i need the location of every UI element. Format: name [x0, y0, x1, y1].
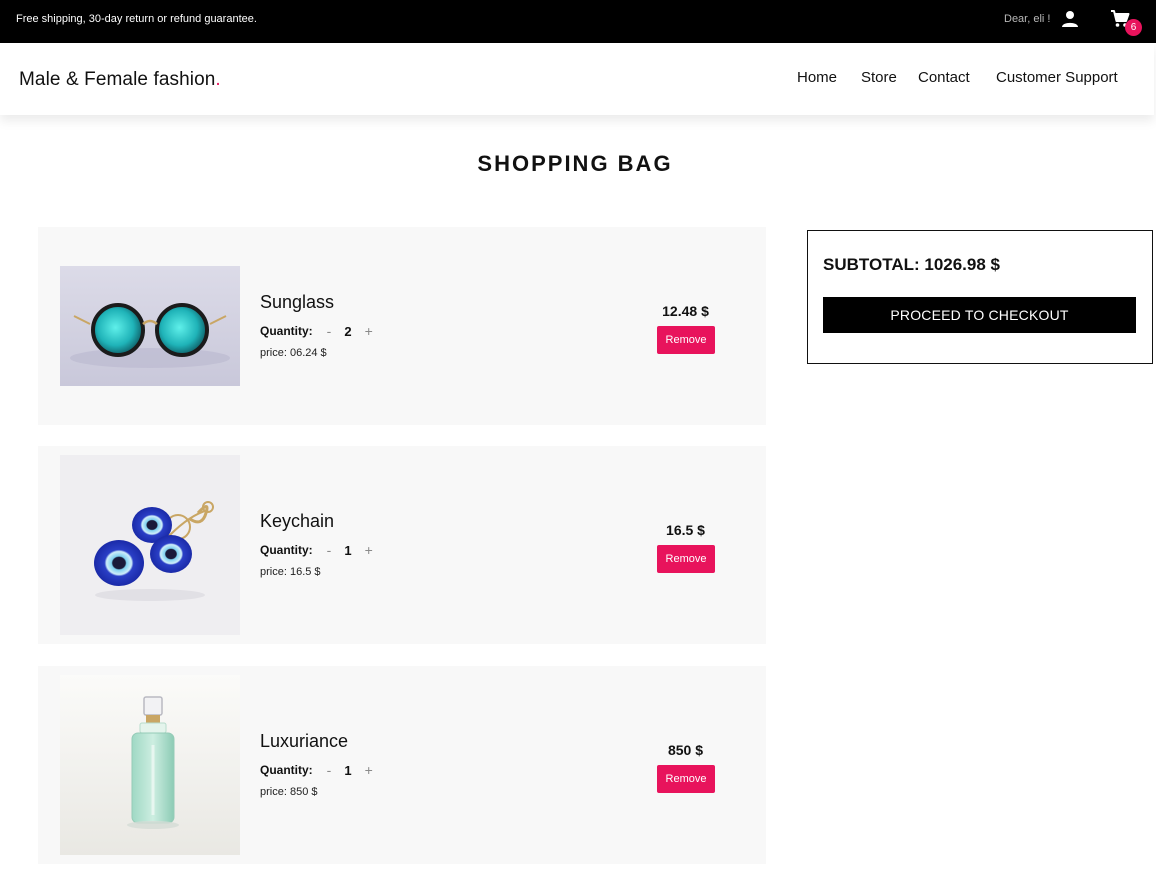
quantity-label: Quantity: [260, 763, 313, 777]
unit-price: price: 16.5 $ [260, 566, 321, 578]
item-total-price: 12.48 $ [662, 303, 709, 319]
sunglass-image [60, 266, 240, 386]
item-name[interactable]: Luxuriance [260, 731, 348, 752]
cart-count-badge[interactable]: 6 [1125, 19, 1142, 36]
quantity-decrease-button[interactable]: - [327, 762, 332, 778]
nav-link-store[interactable]: Store [861, 69, 897, 86]
item-total-price: 16.5 $ [666, 522, 705, 538]
subtotal-text: SUBTOTAL: 1026.98 $ [823, 255, 1000, 274]
quantity-increase-button[interactable]: + [365, 762, 373, 778]
item-name[interactable]: Keychain [260, 511, 334, 532]
logo-dot: . [215, 69, 221, 90]
keychain-image [60, 455, 240, 635]
unit-price: price: 850 $ [260, 786, 318, 798]
cart-item: Keychain Quantity: - 1 + price: 16.5 $ 1… [38, 446, 766, 644]
announcement-bar: Free shipping, 30-day return or refund g… [0, 0, 1156, 43]
unit-price: price: 06.24 $ [260, 347, 327, 359]
cart-item: Luxuriance Quantity: - 1 + price: 850 $ … [38, 666, 766, 864]
perfume-image [60, 675, 240, 855]
quantity-label: Quantity: [260, 324, 313, 338]
user-greeting: Dear, eli ! [1004, 13, 1051, 25]
shipping-notice: Free shipping, 30-day return or refund g… [16, 13, 257, 25]
user-icon[interactable] [1061, 10, 1079, 28]
page-title: SHOPPING BAG [477, 151, 673, 176]
nav-link-contact[interactable]: Contact [918, 69, 970, 86]
main-navbar: Male & Female fashion. Home Store Contac… [0, 43, 1154, 115]
order-summary: SUBTOTAL: 1026.98 $ PROCEED TO CHECKOUT [807, 230, 1153, 364]
quantity-value: 1 [344, 762, 352, 778]
nav-link-customer-support[interactable]: Customer Support [996, 69, 1118, 86]
remove-button[interactable]: Remove [657, 326, 715, 354]
nav-link-home[interactable]: Home [797, 69, 837, 86]
quantity-value: 2 [344, 323, 352, 339]
remove-button[interactable]: Remove [657, 765, 715, 793]
site-logo[interactable]: Male & Female fashion. [19, 69, 221, 91]
quantity-stepper: Quantity: - 2 + [260, 323, 373, 339]
quantity-label: Quantity: [260, 543, 313, 557]
quantity-increase-button[interactable]: + [365, 542, 373, 558]
cart-item: Sunglass Quantity: - 2 + price: 06.24 $ … [38, 227, 766, 425]
item-total-price: 850 $ [667, 742, 704, 758]
quantity-stepper: Quantity: - 1 + [260, 542, 373, 558]
proceed-to-checkout-button[interactable]: PROCEED TO CHECKOUT [823, 297, 1136, 333]
item-name[interactable]: Sunglass [260, 292, 334, 313]
quantity-stepper: Quantity: - 1 + [260, 762, 373, 778]
quantity-increase-button[interactable]: + [365, 323, 373, 339]
logo-text: Male & Female fashion [19, 69, 216, 90]
quantity-decrease-button[interactable]: - [327, 323, 332, 339]
quantity-decrease-button[interactable]: - [327, 542, 332, 558]
remove-button[interactable]: Remove [657, 545, 715, 573]
quantity-value: 1 [344, 542, 352, 558]
